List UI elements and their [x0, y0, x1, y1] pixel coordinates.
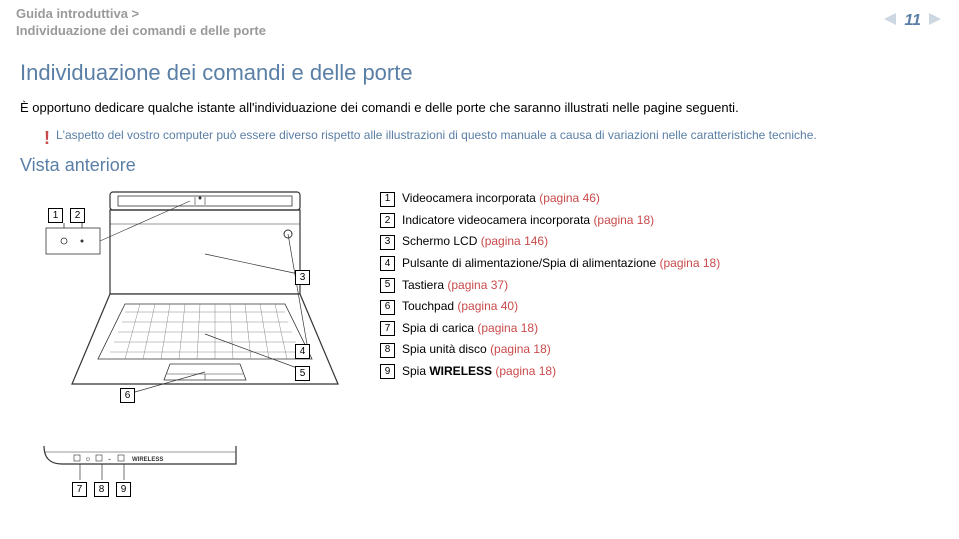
- legend-number: 4: [380, 256, 395, 271]
- warning-icon: !: [44, 129, 50, 147]
- note-text: L'aspetto del vostro computer può essere…: [56, 127, 817, 147]
- legend-number: 1: [380, 192, 395, 207]
- legend-link[interactable]: (pagina 18): [490, 342, 551, 356]
- legend-label: Touchpad (pagina 40): [402, 296, 518, 318]
- legend-label: Spia WIRELESS (pagina 18): [402, 361, 556, 383]
- legend-link[interactable]: (pagina 40): [457, 299, 518, 313]
- page-nav: 11: [882, 12, 943, 30]
- legend-item: 8 Spia unità disco (pagina 18): [380, 339, 939, 361]
- nav-prev-icon[interactable]: [882, 12, 896, 30]
- callout-2: 2: [70, 208, 85, 223]
- legend-link[interactable]: (pagina 37): [447, 278, 508, 292]
- callout-9: 9: [116, 482, 131, 497]
- legend-link[interactable]: (pagina 18): [495, 364, 556, 378]
- callout-1: 1: [48, 208, 63, 223]
- port-diagram: ⏻ ⌁ WIRELESS 7 8 9: [40, 442, 240, 502]
- section-subtitle: Vista anteriore: [20, 155, 939, 176]
- legend-item: 1 Videocamera incorporata (pagina 46): [380, 188, 939, 210]
- legend-link[interactable]: (pagina 46): [539, 191, 600, 205]
- legend-number: 5: [380, 278, 395, 293]
- nav-next-icon[interactable]: [929, 12, 943, 30]
- callout-5: 5: [295, 366, 310, 381]
- callout-8: 8: [94, 482, 109, 497]
- legend-item: 6 Touchpad (pagina 40): [380, 296, 939, 318]
- legend-label: Videocamera incorporata (pagina 46): [402, 188, 600, 210]
- callout-3: 3: [295, 270, 310, 285]
- legend-label: Indicatore videocamera incorporata (pagi…: [402, 210, 654, 232]
- legend-item: 9 Spia WIRELESS (pagina 18): [380, 361, 939, 383]
- legend-item: 7 Spia di carica (pagina 18): [380, 318, 939, 340]
- legend-label: Schermo LCD (pagina 146): [402, 231, 548, 253]
- legend-link[interactable]: (pagina 18): [593, 213, 654, 227]
- breadcrumb: Guida introduttiva > Individuazione dei …: [16, 6, 266, 40]
- legend-number: 2: [380, 213, 395, 228]
- legend-label: Spia unità disco (pagina 18): [402, 339, 551, 361]
- legend-item: 2 Indicatore videocamera incorporata (pag…: [380, 210, 939, 232]
- svg-text:WIRELESS: WIRELESS: [132, 457, 163, 463]
- breadcrumb-section: Guida introduttiva >: [16, 6, 266, 23]
- page-title: Individuazione dei comandi e delle porte: [20, 60, 939, 86]
- legend-number: 9: [380, 364, 395, 379]
- legend-link[interactable]: (pagina 18): [477, 321, 538, 335]
- legend-number: 3: [380, 235, 395, 250]
- note-block: ! L'aspetto del vostro computer può esse…: [44, 127, 939, 147]
- legend-number: 6: [380, 300, 395, 315]
- svg-text:⌁: ⌁: [108, 457, 111, 463]
- callout-7: 7: [72, 482, 87, 497]
- legend-link[interactable]: (pagina 18): [660, 256, 721, 270]
- legend-label: Pulsante di alimentazione/Spia di alimen…: [402, 253, 720, 275]
- diagram-column: 1 2 3 4 5 6 ⏻ ⌁ WIRELESS: [40, 184, 360, 502]
- legend-list: 1 Videocamera incorporata (pagina 46) 2 Ind…: [380, 184, 939, 382]
- breadcrumb-page: Individuazione dei comandi e delle porte: [16, 23, 266, 40]
- legend-item: 5 Tastiera (pagina 37): [380, 275, 939, 297]
- legend-number: 7: [380, 321, 395, 336]
- callout-6: 6: [120, 388, 135, 403]
- legend-label: Tastiera (pagina 37): [402, 275, 508, 297]
- legend-link[interactable]: (pagina 146): [481, 234, 548, 248]
- legend-item: 4 Pulsante di alimentazione/Spia di alime…: [380, 253, 939, 275]
- svg-text:⏻: ⏻: [86, 457, 90, 463]
- callout-4: 4: [295, 344, 310, 359]
- legend-item: 3 Schermo LCD (pagina 146): [380, 231, 939, 253]
- laptop-diagram: 1 2 3 4 5 6: [40, 184, 340, 424]
- page-number: 11: [904, 12, 921, 30]
- legend-number: 8: [380, 343, 395, 358]
- legend-label: Spia di carica (pagina 18): [402, 318, 538, 340]
- intro-text: È opportuno dedicare qualche istante all…: [20, 98, 939, 118]
